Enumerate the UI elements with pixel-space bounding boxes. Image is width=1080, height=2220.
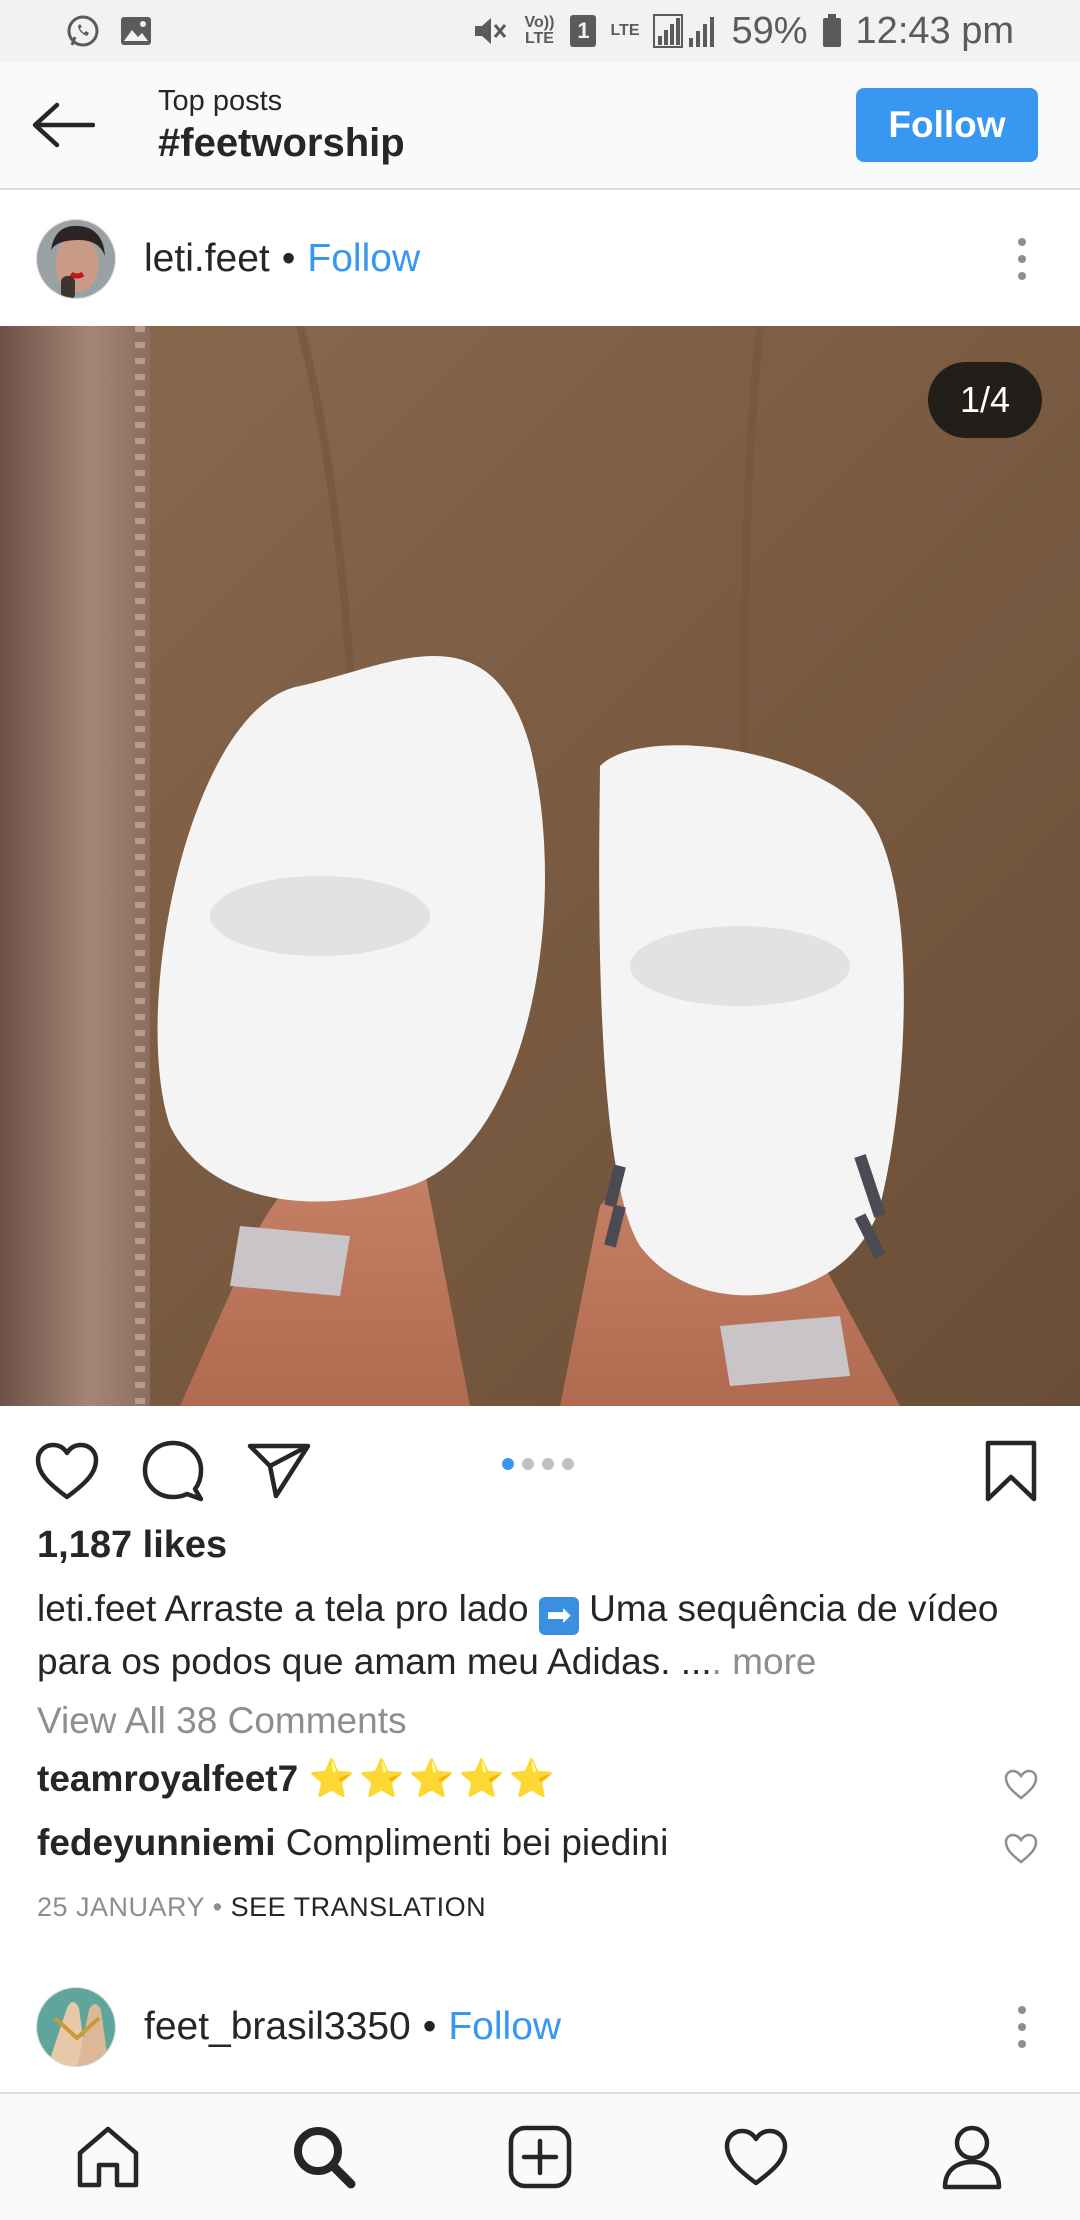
status-left (66, 14, 152, 48)
volte-indicator: Vo)) LTE (524, 14, 555, 47)
comment-like-icon[interactable] (1004, 1832, 1038, 1866)
separator-dot: • (422, 2005, 437, 2048)
bookmark-icon (985, 1440, 1037, 1502)
profile-icon (942, 2125, 1002, 2190)
post-date-line: 25 JANUARY • SEE TRANSLATION (37, 1892, 486, 1923)
sim-indicator: 1 (570, 15, 597, 47)
arrow-emoji: ➡ (538, 1597, 579, 1635)
signal-icon (653, 14, 717, 48)
nav-add-post[interactable] (495, 2112, 585, 2202)
post-options-button[interactable] (1004, 232, 1040, 286)
more-dot (1018, 272, 1026, 280)
page-title: #feetworship (158, 121, 405, 165)
activity-heart-icon (724, 2128, 788, 2186)
comment-button[interactable] (138, 1436, 208, 1506)
mute-icon (472, 14, 508, 48)
app-header: Top posts #feetworship Follow (0, 62, 1080, 190)
bottom-nav (0, 2092, 1080, 2220)
post-header: leti.feet • Follow (0, 192, 1080, 326)
view-all-comments-link[interactable]: View All 38 Comments (37, 1700, 406, 1742)
nav-search[interactable] (279, 2112, 369, 2202)
post-username-line: leti.feet • Follow (144, 237, 420, 281)
header-titles: Top posts #feetworship (158, 83, 405, 167)
home-icon (77, 2126, 139, 2188)
post-username-line: feet_brasil3350 • Follow (144, 2005, 561, 2049)
carousel-dot (522, 1458, 534, 1470)
nav-profile[interactable] (927, 2112, 1017, 2202)
carousel-dot (562, 1458, 574, 1470)
follow-hashtag-button[interactable]: Follow (856, 88, 1038, 162)
send-icon (247, 1443, 311, 1499)
more-dot (1018, 255, 1026, 263)
see-translation-link[interactable]: SEE TRANSLATION (231, 1892, 487, 1922)
more-dot (1018, 2023, 1026, 2031)
comment-text: Complimenti bei piedini (285, 1822, 669, 1863)
separator-dot: • (281, 237, 296, 280)
lte-indicator: LTE (610, 22, 640, 39)
post-username[interactable]: leti.feet (144, 237, 270, 281)
save-button[interactable] (976, 1436, 1046, 1506)
more-dot (1018, 2006, 1026, 2014)
more-dot (1018, 238, 1026, 246)
carousel-counter: 1/4 (928, 362, 1042, 438)
avatar[interactable] (36, 219, 116, 299)
post-options-button[interactable] (1004, 2000, 1040, 2054)
back-arrow-icon (32, 102, 95, 148)
carousel-dot (502, 1458, 514, 1470)
nav-activity[interactable] (711, 2112, 801, 2202)
add-post-icon (508, 2125, 572, 2189)
likes-count[interactable]: 1,187 likes (37, 1524, 227, 1567)
post-image (0, 326, 1080, 1406)
clock: 12:43 pm (855, 9, 1014, 52)
heart-icon (35, 1442, 99, 1500)
post-photo[interactable]: 1/4 (0, 326, 1080, 1406)
caption-username[interactable]: leti.feet (37, 1588, 156, 1629)
carousel-dot (542, 1458, 554, 1470)
comment-item: fedeyunniemi Complimenti bei piedini (37, 1822, 1027, 1864)
post-date: 25 JANUARY (37, 1892, 205, 1922)
avatar[interactable] (36, 1987, 116, 2067)
comment-icon (142, 1440, 204, 1502)
caption-text: Arraste a tela pro lado (164, 1588, 529, 1629)
carousel-indicator (502, 1458, 574, 1470)
separator-dot: • (212, 1892, 223, 1922)
whatsapp-icon (66, 14, 100, 48)
search-icon (294, 2127, 356, 2189)
header-subtitle: Top posts (158, 85, 283, 117)
next-post-header: feet_brasil3350 • Follow (0, 1960, 1080, 2094)
comment-text: ⭐⭐⭐⭐⭐ (308, 1758, 559, 1799)
follow-user-link[interactable]: Follow (307, 237, 420, 281)
status-right: Vo)) LTE 1 LTE 59% 12:43 pm (472, 10, 1014, 53)
battery-icon (822, 14, 842, 48)
nav-home[interactable] (63, 2112, 153, 2202)
more-dot (1018, 2040, 1026, 2048)
caption-more-link[interactable]: . more (712, 1641, 817, 1682)
like-button[interactable] (32, 1436, 102, 1506)
post-username[interactable]: feet_brasil3350 (144, 2005, 411, 2049)
back-button[interactable] (0, 61, 126, 189)
gallery-icon (120, 16, 152, 46)
comment-item: teamroyalfeet7 ⭐⭐⭐⭐⭐ (37, 1758, 1027, 1801)
comment-username[interactable]: teamroyalfeet7 (37, 1758, 298, 1799)
share-button[interactable] (244, 1436, 314, 1506)
battery-percent: 59% (731, 9, 808, 52)
comment-username[interactable]: fedeyunniemi (37, 1822, 276, 1863)
comment-like-icon[interactable] (1004, 1768, 1038, 1802)
post-caption: leti.feet Arraste a tela pro lado ➡ Uma … (37, 1582, 1047, 1688)
follow-user-link[interactable]: Follow (448, 2005, 561, 2049)
status-bar: Vo)) LTE 1 LTE 59% 12:43 pm (0, 0, 1080, 62)
